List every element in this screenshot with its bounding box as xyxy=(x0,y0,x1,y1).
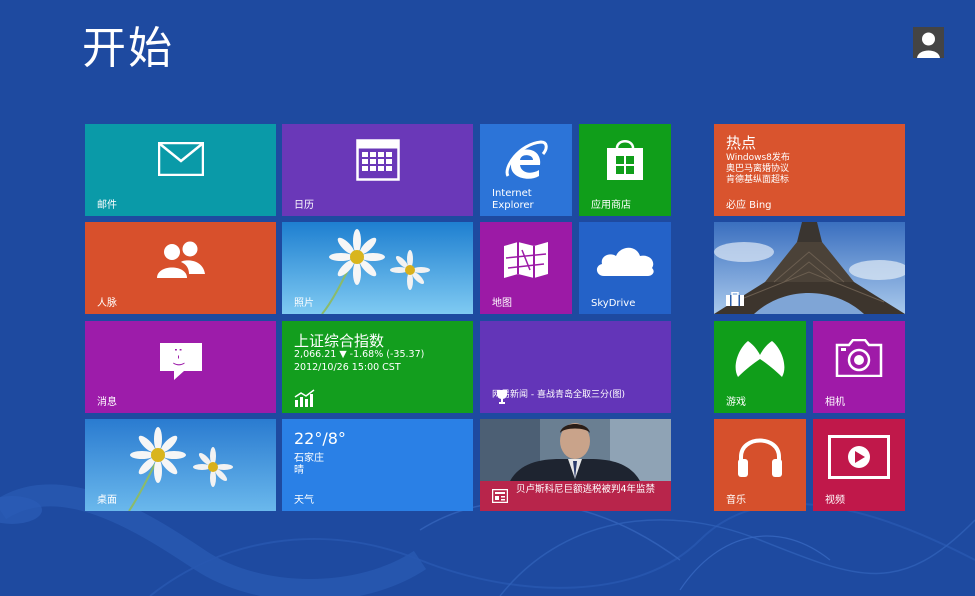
message-icon: :-) xyxy=(159,343,202,380)
tile-internet-explorer[interactable]: Internet Explorer xyxy=(480,124,572,216)
tile-store[interactable]: 应用商店 xyxy=(579,124,671,216)
tile-label-line1: Internet xyxy=(492,188,532,199)
tile-bing[interactable]: 热点 Windows8发布 奥巴马离婚协议 肯德基纵面超标 必应 Bing xyxy=(714,124,905,216)
tile-label: Internet Explorer xyxy=(492,188,534,212)
tile-label: 相机 xyxy=(825,397,845,408)
people-icon xyxy=(156,241,205,278)
tile-camera[interactable]: 相机 xyxy=(813,321,905,413)
tile-label: 邮件 xyxy=(97,200,117,211)
chart-icon xyxy=(294,389,315,407)
user-avatar[interactable] xyxy=(913,27,944,58)
weather-condition: 晴 xyxy=(294,465,304,476)
cloud-icon xyxy=(596,247,654,276)
tile-label: 音乐 xyxy=(726,495,746,506)
tile-label: 天气 xyxy=(294,495,314,506)
tile-finance[interactable]: 上证综合指数 2,066.21 ▼ -1.68% (-35.37) 2012/1… xyxy=(282,321,473,413)
stock-timestamp: 2012/10/26 15:00 CST xyxy=(294,362,401,373)
tile-label: 照片 xyxy=(294,298,314,309)
news-headline: 贝卢斯科尼巨额逃税被判4年监禁 xyxy=(516,484,656,495)
tile-label: 人脉 xyxy=(97,298,117,309)
sports-headline: 网易新闻 - 喜战青岛全取三分(图) xyxy=(492,390,625,400)
tile-label: 地图 xyxy=(492,298,512,309)
tile-label: 消息 xyxy=(97,397,117,408)
news-headline-bar: 贝卢斯科尼巨额逃税被判4年监禁 xyxy=(480,481,671,511)
mail-icon xyxy=(157,142,204,176)
tile-label: SkyDrive xyxy=(591,298,636,309)
bing-hot-item: 奥巴马离婚协议 xyxy=(726,164,790,174)
tile-messaging[interactable]: :-) 消息 xyxy=(85,321,276,413)
headphones-icon xyxy=(738,438,782,477)
page-title: 开始 xyxy=(82,23,174,74)
tile-video[interactable]: 视频 xyxy=(813,419,905,511)
ie-icon xyxy=(505,140,548,179)
tile-label: 视频 xyxy=(825,495,845,506)
tile-label: 日历 xyxy=(294,200,314,211)
play-icon xyxy=(828,435,890,479)
tile-mail[interactable]: 邮件 xyxy=(85,124,276,216)
bing-hot-list: Windows8发布 奥巴马离婚协议 肯德基纵面超标 xyxy=(726,153,790,186)
tile-calendar[interactable]: 日历 xyxy=(282,124,473,216)
tile-weather[interactable]: 22°/8° 石家庄 晴 天气 xyxy=(282,419,473,511)
tile-skydrive[interactable]: SkyDrive xyxy=(579,222,671,314)
weather-temperature: 22°/8° xyxy=(294,429,346,448)
calendar-icon xyxy=(355,139,400,181)
tile-label: 应用商店 xyxy=(591,200,631,211)
tile-label-line2: Explorer xyxy=(492,200,534,211)
news-photo xyxy=(480,419,671,481)
xbox-icon xyxy=(735,341,785,377)
map-icon xyxy=(504,242,548,278)
tile-photos[interactable]: 照片 xyxy=(282,222,473,314)
tile-desktop[interactable]: 桌面 xyxy=(85,419,276,511)
bing-hot-item: 肯德基纵面超标 xyxy=(726,175,790,185)
bing-hot-item: Windows8发布 xyxy=(726,153,790,163)
tile-label: 必应 Bing xyxy=(726,200,772,211)
store-icon xyxy=(607,140,643,180)
tile-music[interactable]: 音乐 xyxy=(714,419,806,511)
suitcase-icon xyxy=(726,292,744,306)
tile-news[interactable]: 贝卢斯科尼巨额逃税被判4年监禁 xyxy=(480,419,671,511)
tile-sports[interactable]: 网易新闻 - 喜战青岛全取三分(图) xyxy=(480,321,671,413)
tile-games[interactable]: 游戏 xyxy=(714,321,806,413)
newspaper-icon xyxy=(492,489,508,503)
tile-people[interactable]: 人脉 xyxy=(85,222,276,314)
stock-index-name: 上证综合指数 xyxy=(294,332,385,350)
tile-travel[interactable] xyxy=(714,222,905,314)
tile-label: 游戏 xyxy=(726,397,746,408)
user-icon xyxy=(913,27,944,58)
tile-label: 桌面 xyxy=(97,495,117,506)
bing-hot-title: 热点 xyxy=(726,134,757,152)
stock-value: 2,066.21 ▼ -1.68% (-35.37) xyxy=(294,349,425,360)
camera-icon xyxy=(835,339,883,377)
tile-maps[interactable]: 地图 xyxy=(480,222,572,314)
svg-text::-): :-) xyxy=(172,346,186,368)
